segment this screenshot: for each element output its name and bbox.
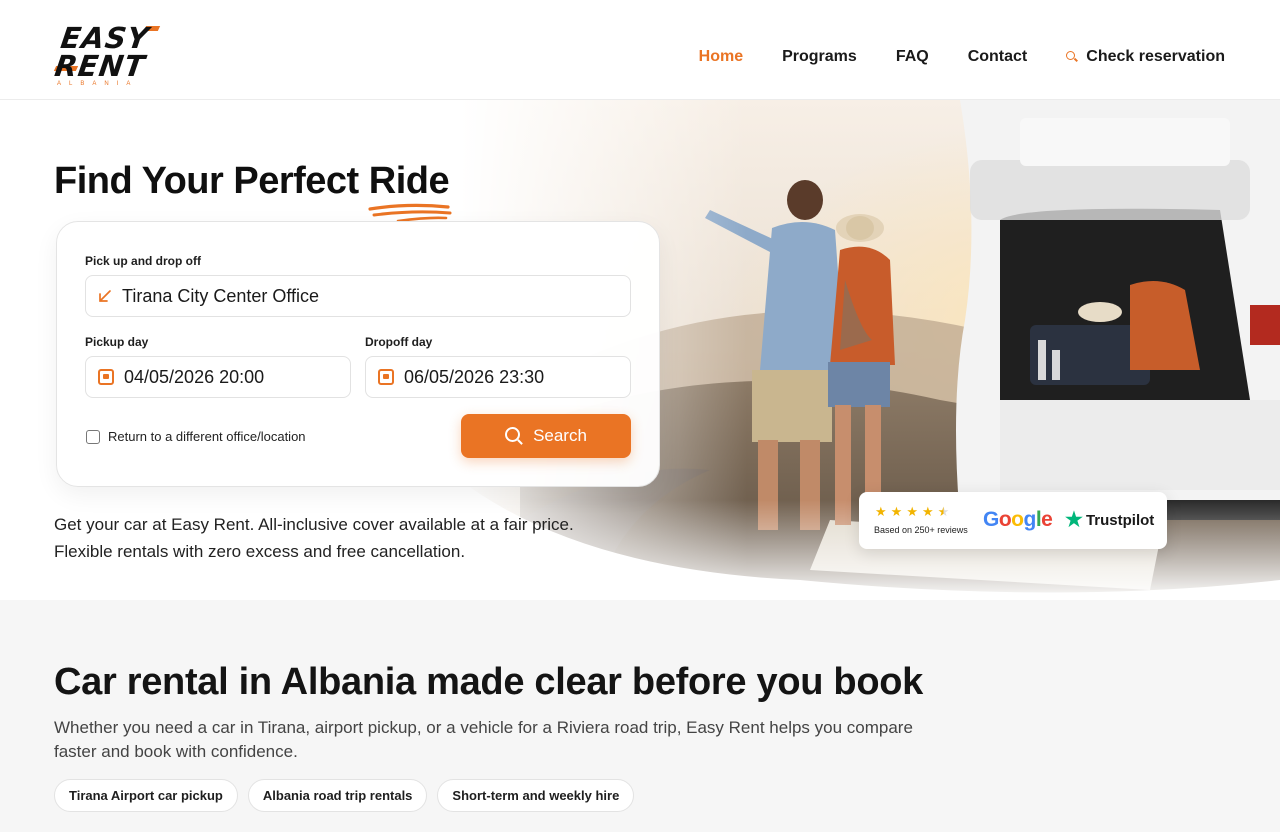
trustpilot-label: Trustpilot <box>1085 511 1155 529</box>
chip-road-trip[interactable]: Albania road trip rentals <box>247 779 428 812</box>
search-button[interactable]: Search <box>461 414 631 458</box>
hero-title: Find Your Perfect Ride <box>54 160 450 203</box>
logo-subtitle: ALBANIA <box>57 81 139 87</box>
star-icon: ★ <box>875 504 887 519</box>
trustpilot-star-icon: ★ <box>1065 509 1083 531</box>
nav-check-reservation[interactable]: Check reservation <box>1066 48 1225 66</box>
hero-title-main: Find Your Perfect <box>54 160 369 202</box>
search-button-label: Search <box>533 426 587 445</box>
calendar-icon <box>98 369 114 385</box>
different-location-option[interactable]: Return to a different office/location <box>86 429 306 444</box>
dropoff-datetime-input[interactable]: 06/05/2026 23:30 <box>365 356 631 398</box>
topic-chips: Tirana Airport car pickup Albania road t… <box>54 779 635 812</box>
logo-line-1: EASY <box>58 21 152 55</box>
google-logo: Google <box>983 508 1053 531</box>
half-star-icon: ★ <box>937 504 950 519</box>
reviews-badge[interactable]: ★ ★ ★ ★ ★ Based on 250+ reviews Google ★… <box>859 492 1167 549</box>
search-icon <box>1066 51 1079 63</box>
site-header: EASY RENT ALBANIA Home Programs FAQ Cont… <box>0 0 1280 100</box>
rating-stars: ★ ★ ★ ★ ★ <box>875 505 949 518</box>
star-icon: ★ <box>906 504 918 519</box>
pickup-datetime-input[interactable]: 04/05/2026 20:00 <box>85 356 351 398</box>
logo-line-2: RENT <box>52 49 148 83</box>
different-location-checkbox[interactable] <box>86 429 100 444</box>
hero-description-line-1: Get your car at Easy Rent. All-inclusive… <box>54 515 574 534</box>
section-title: Car rental in Albania made clear before … <box>54 661 923 703</box>
arrow-down-left-icon <box>98 289 112 303</box>
nav-home[interactable]: Home <box>699 48 743 66</box>
hero-title-highlight: Ride <box>368 160 450 202</box>
chip-airport-pickup[interactable]: Tirana Airport car pickup <box>54 779 238 812</box>
trustpilot-logo: ★ Trustpilot <box>1065 509 1155 531</box>
nav-contact[interactable]: Contact <box>968 48 1028 66</box>
pickup-value: 04/05/2026 20:00 <box>124 366 265 387</box>
reviews-count: Based on 250+ reviews <box>874 525 968 535</box>
pickup-label: Pickup day <box>85 335 149 349</box>
star-icon: ★ <box>921 504 934 519</box>
location-value: Tirana City Center Office <box>122 285 320 306</box>
info-section: Car rental in Albania made clear before … <box>0 600 1280 832</box>
booking-form: Pick up and drop off Tirana City Center … <box>56 221 660 487</box>
check-reservation-label: Check reservation <box>1086 48 1225 65</box>
hero-description-line-2: Flexible rentals with zero excess and fr… <box>54 542 466 561</box>
chip-short-term[interactable]: Short-term and weekly hire <box>437 779 635 812</box>
dropoff-label: Dropoff day <box>365 335 433 349</box>
location-select[interactable]: Tirana City Center Office <box>85 275 631 317</box>
search-icon <box>505 427 523 445</box>
section-description: Whether you need a car in Tirana, airpor… <box>54 718 913 761</box>
nav-faq[interactable]: FAQ <box>896 48 929 66</box>
easy-rent-logo[interactable]: EASY RENT ALBANIA <box>52 21 165 90</box>
location-label: Pick up and drop off <box>85 254 201 268</box>
different-location-label: Return to a different office/location <box>108 429 306 444</box>
hero-description: Get your car at Easy Rent. All-inclusive… <box>54 511 654 565</box>
calendar-icon <box>378 369 394 385</box>
dropoff-value: 06/05/2026 23:30 <box>404 366 545 387</box>
main-nav: Home Programs FAQ Contact Check reservat… <box>699 48 1225 66</box>
star-icon: ★ <box>890 504 903 519</box>
nav-programs[interactable]: Programs <box>782 48 857 66</box>
